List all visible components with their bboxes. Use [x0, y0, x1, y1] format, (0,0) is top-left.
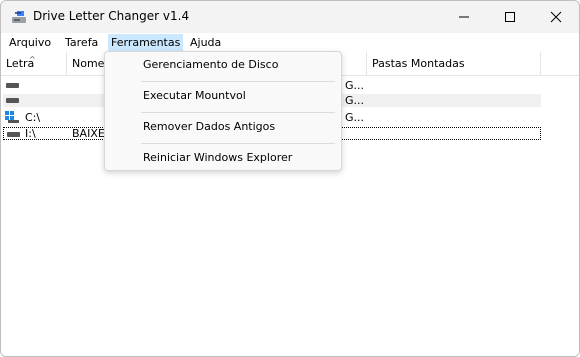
- title-bar[interactable]: Drive Letter Changer v1.4: [1, 1, 579, 33]
- column-letra[interactable]: ^ Letra: [1, 52, 67, 75]
- menu-ferramentas[interactable]: Ferramentas: [108, 34, 184, 51]
- drive-icon: [6, 83, 19, 88]
- row-tail: G...: [345, 79, 365, 92]
- close-button[interactable]: [533, 1, 579, 33]
- windows-drive-icon: [5, 111, 19, 123]
- menu-tarefa[interactable]: Tarefa: [62, 34, 101, 51]
- ferramentas-menu: Gerenciamento de Disco Executar Mountvol…: [104, 51, 342, 171]
- app-window: Drive Letter Changer v1.4 Arquivo Tarefa…: [0, 0, 580, 357]
- column-nome-label: Nome: [72, 57, 105, 70]
- maximize-button[interactable]: [487, 1, 533, 33]
- menu-item-gerenciamento-disco[interactable]: Gerenciamento de Disco: [106, 51, 340, 79]
- row-letter: I:\: [25, 127, 36, 140]
- menu-bar: Arquivo Tarefa Ferramentas Ajuda: [1, 33, 579, 52]
- minimize-icon: [459, 16, 469, 18]
- close-icon: [550, 11, 562, 23]
- column-pastas-label: Pastas Montadas: [372, 57, 465, 70]
- minimize-button[interactable]: [441, 1, 487, 33]
- row-tail: G...: [345, 111, 365, 124]
- menu-ajuda[interactable]: Ajuda: [187, 34, 224, 51]
- drive-app-icon: [12, 11, 26, 23]
- sort-ascending-icon: ^: [29, 55, 36, 64]
- drive-icon: [6, 98, 19, 103]
- row-tail: G...: [345, 94, 365, 107]
- window-title: Drive Letter Changer v1.4: [33, 9, 190, 23]
- menu-item-reiniciar-explorer[interactable]: Reiniciar Windows Explorer: [106, 144, 340, 172]
- drive-icon: [7, 132, 20, 137]
- menu-item-executar-mountvol[interactable]: Executar Mountvol: [106, 82, 340, 110]
- maximize-icon: [505, 12, 515, 22]
- menu-item-remover-dados[interactable]: Remover Dados Antigos: [106, 113, 340, 141]
- column-pastas-montadas[interactable]: Pastas Montadas: [367, 52, 541, 75]
- row-letter: C:\: [25, 111, 41, 124]
